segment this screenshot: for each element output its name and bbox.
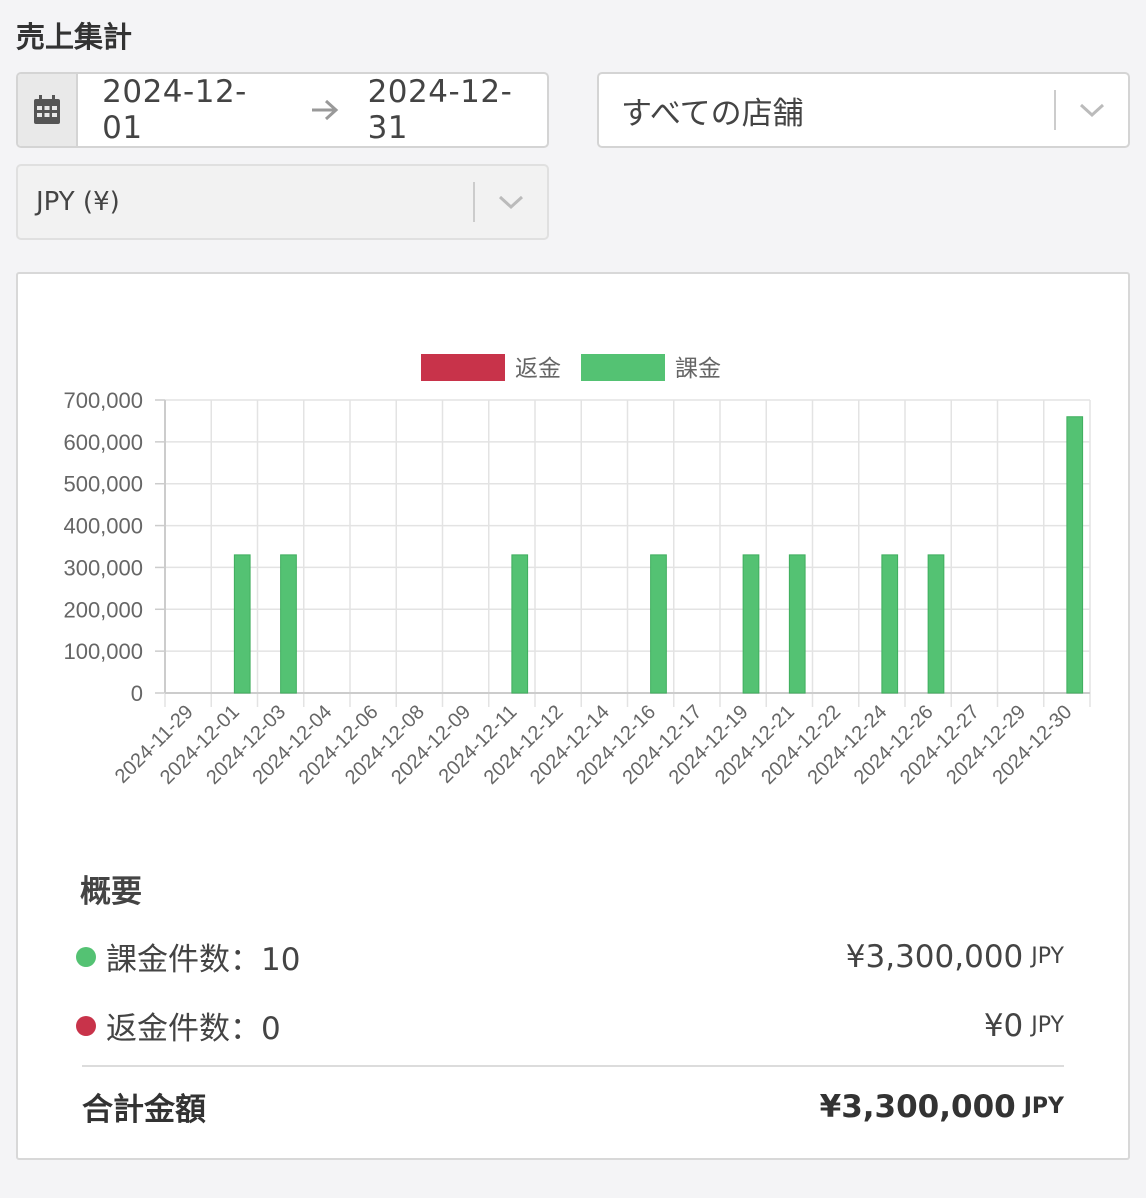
- y-tick-label: 100,000: [63, 639, 143, 664]
- bar-課金-2024-12-16: [650, 554, 667, 694]
- bar-課金-2024-12-11: [511, 554, 529, 694]
- legend-label-1: 課金: [675, 355, 721, 381]
- bar-課金-2024-12-26: [927, 554, 945, 694]
- bar-課金-2024-12-03: [280, 554, 297, 694]
- charge-summary-row: 課金件数：10 ¥3,300,000 JPY: [76, 934, 1064, 979]
- charge-count-label: 課金件数：10: [106, 942, 301, 978]
- charge-dot-icon: [76, 946, 96, 967]
- y-tick-label: 200,000: [63, 597, 143, 622]
- legend-swatch-0: [421, 354, 505, 381]
- legend-label-0: 返金: [515, 355, 561, 381]
- y-tick-label: 500,000: [63, 472, 143, 497]
- total-amount: ¥3,300,000: [819, 1088, 1016, 1125]
- y-tick-label: 300,000: [63, 555, 143, 580]
- summary-title: 概要: [80, 874, 142, 910]
- total-row: 合計金額 ¥3,300,000 JPY: [82, 1084, 1064, 1129]
- charge-amount: ¥3,300,000: [845, 938, 1024, 975]
- bar-課金-2024-12-01: [233, 554, 251, 694]
- charge-currency: JPY: [1031, 944, 1064, 969]
- refund-currency: JPY: [1031, 1013, 1064, 1038]
- refund-count-label: 返金件数：0: [106, 1011, 281, 1047]
- y-tick-label: 600,000: [63, 430, 143, 455]
- y-tick-label: 400,000: [63, 514, 143, 539]
- bar-課金-2024-12-30: [1066, 416, 1084, 694]
- refund-summary-row: 返金件数：0 ¥0 JPY: [76, 1003, 1064, 1048]
- total-label: 合計金額: [82, 1092, 206, 1128]
- bar-課金-2024-12-24: [881, 554, 899, 694]
- refund-dot-icon: [76, 1015, 96, 1036]
- bar-課金-2024-12-19: [742, 554, 760, 694]
- total-currency: JPY: [1023, 1094, 1064, 1119]
- legend-swatch-1: [581, 354, 665, 381]
- y-tick-label: 700,000: [63, 388, 143, 413]
- refund-amount: ¥0: [983, 1007, 1024, 1044]
- y-tick-label: 0: [131, 681, 143, 706]
- sales-bar-chart: 返金 課金 700,000 600,000 500,000 400,000 300,000…: [63, 354, 1091, 789]
- bar-課金-2024-12-21: [788, 554, 806, 694]
- summary-divider: [82, 1065, 1064, 1067]
